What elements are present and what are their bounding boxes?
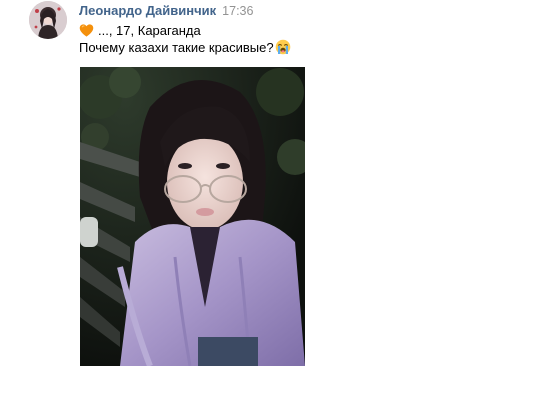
- loudly-crying-face-icon: [275, 39, 290, 55]
- message-line-1-text: ..., 17, Караганда: [98, 22, 201, 38]
- orange-heart-icon: [79, 23, 94, 37]
- chat-message: Леонардо Дайвинчик 17:36 ..., 17, Карага…: [0, 0, 538, 413]
- author-name[interactable]: Леонардо Дайвинчик: [79, 3, 216, 18]
- message-line-1: ..., 17, Караганда: [79, 21, 201, 39]
- message-line-2-text: Почему казахи такие красивые?: [79, 39, 274, 55]
- message-line-2: Почему казахи такие красивые?: [79, 38, 291, 56]
- attached-photo[interactable]: [80, 67, 305, 366]
- message-time[interactable]: 17:36: [222, 4, 253, 18]
- avatar[interactable]: [29, 1, 67, 39]
- message-header: Леонардо Дайвинчик 17:36: [79, 3, 253, 21]
- photo-image: [80, 67, 305, 366]
- avatar-image: [29, 1, 67, 39]
